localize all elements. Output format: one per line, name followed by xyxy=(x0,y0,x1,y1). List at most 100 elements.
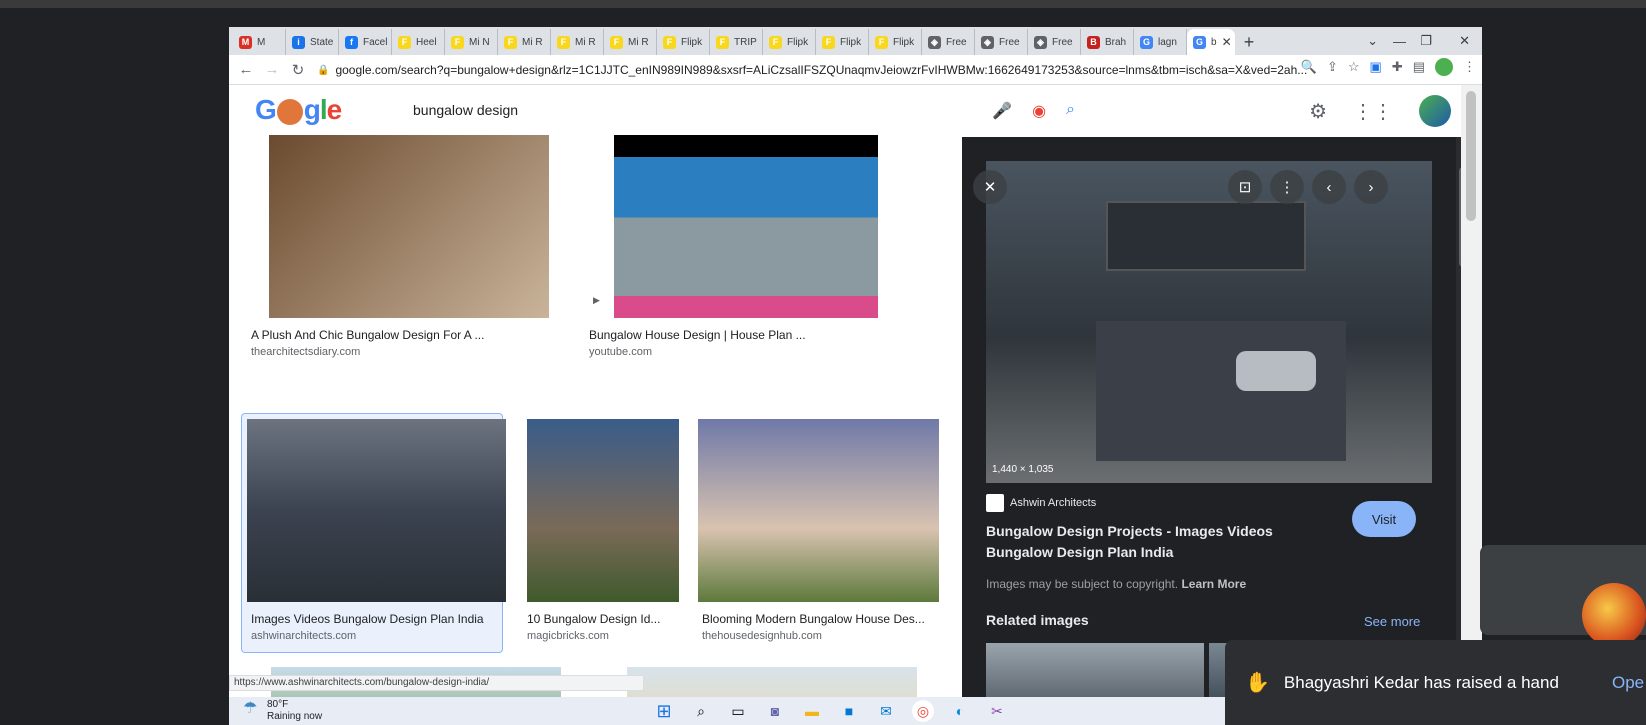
preview-title[interactable]: Bungalow Design Projects - Images Videos… xyxy=(986,521,1316,563)
header-actions: ⚙ ⋮⋮ xyxy=(1309,95,1451,127)
search-box[interactable]: bungalow design 🎤 ◉ ⌕ xyxy=(393,91,1093,129)
lock-icon: 🔒 xyxy=(317,64,330,76)
learn-more-link[interactable]: Learn More xyxy=(1181,577,1246,591)
account-avatar[interactable] xyxy=(1419,95,1451,127)
more-options-icon[interactable]: ⋮ xyxy=(1270,170,1304,204)
browser-tab[interactable]: B Brah xyxy=(1081,29,1134,55)
result-thumbnail[interactable] xyxy=(247,419,506,602)
bookmark-star-icon[interactable]: ☆ xyxy=(1348,59,1360,75)
image-dimensions: 1,440 × 1,035 xyxy=(992,464,1054,475)
active-browser-tab[interactable]: Gb ✕ xyxy=(1187,29,1235,55)
windows-start-icon[interactable]: ⊞ xyxy=(653,700,675,722)
close-window-icon[interactable]: ✕ xyxy=(1459,27,1470,55)
file-explorer-icon[interactable]: ▬ xyxy=(801,700,823,722)
tab-search-icon[interactable]: ⌄ xyxy=(1367,27,1378,55)
tab-favicon-icon: f xyxy=(345,35,358,49)
preview-image[interactable]: 1,440 × 1,035 xyxy=(986,161,1432,483)
browser-tab[interactable]: F Flipk xyxy=(816,29,869,55)
result-card[interactable]: 10 Bungalow Design Id... magicbricks.com xyxy=(527,419,679,649)
browser-tab[interactable]: F Mi R xyxy=(551,29,604,55)
profile-icon[interactable] xyxy=(1435,58,1453,76)
task-view-icon[interactable]: ▭ xyxy=(727,700,749,722)
taskbar-search-icon[interactable]: ⌕ xyxy=(690,700,712,722)
result-title[interactable]: Images Videos Bungalow Design Plan India xyxy=(251,612,501,626)
extensions-puzzle-icon[interactable]: ✚ xyxy=(1392,59,1403,75)
tab-label: State xyxy=(310,36,334,48)
browser-tab[interactable]: F TRIP xyxy=(710,29,763,55)
tab-favicon-icon: F xyxy=(716,35,729,49)
source-site[interactable]: Ashwin Architects xyxy=(986,494,1096,512)
side-panel-icon[interactable]: ▤ xyxy=(1413,59,1425,75)
browser-tab[interactable]: F Mi N xyxy=(445,29,498,55)
visit-button[interactable]: Visit xyxy=(1352,501,1416,537)
open-button[interactable]: Ope xyxy=(1612,673,1644,693)
next-icon[interactable]: › xyxy=(1354,170,1388,204)
browser-tab[interactable]: F Mi R xyxy=(498,29,551,55)
result-title[interactable]: Blooming Modern Bungalow House Des... xyxy=(702,612,932,626)
tab-favicon-icon: F xyxy=(557,35,570,49)
address-bar[interactable]: 🔒 google.com/search?q=bungalow+design&rl… xyxy=(317,58,1317,82)
browser-tab[interactable]: ◈ Free xyxy=(922,29,975,55)
teams-chat-icon[interactable]: ◙ xyxy=(764,700,786,722)
google-logo[interactable]: Ggle xyxy=(255,94,342,126)
browser-tab[interactable]: F Flipk xyxy=(763,29,816,55)
tab-favicon-icon: ◈ xyxy=(981,35,994,49)
result-card[interactable]: Images Videos Bungalow Design Plan India… xyxy=(247,419,506,649)
settings-gear-icon[interactable]: ⚙ xyxy=(1309,99,1327,124)
see-more-link[interactable]: See more xyxy=(1364,614,1420,629)
back-icon[interactable]: ← xyxy=(233,57,259,83)
camera-search-icon[interactable]: ◉ xyxy=(1032,101,1046,121)
result-card[interactable]: Blooming Modern Bungalow House Des... th… xyxy=(698,419,943,649)
result-thumbnail[interactable] xyxy=(614,135,878,318)
mail-icon[interactable]: ✉ xyxy=(875,700,897,722)
browser-tab[interactable]: Glagn xyxy=(1134,29,1187,55)
result-title[interactable]: 10 Bungalow Design Id... xyxy=(527,612,677,626)
browser-tab[interactable]: F Flipk xyxy=(869,29,922,55)
tab-label: Free xyxy=(946,36,967,48)
result-thumbnail[interactable] xyxy=(527,419,679,602)
close-preview-icon[interactable]: ✕ xyxy=(973,170,1007,204)
result-thumbnail[interactable] xyxy=(269,135,549,318)
result-title[interactable]: A Plush And Chic Bungalow Design For A .… xyxy=(251,328,551,342)
snipping-tool-icon[interactable]: ✂ xyxy=(986,700,1008,722)
weather-widget[interactable]: ☂ 80°F Raining now xyxy=(243,699,322,723)
browser-tab[interactable]: F Heel xyxy=(392,29,445,55)
related-image-thumbnail[interactable] xyxy=(986,643,1204,703)
result-title[interactable]: Bungalow House Design | House Plan ... xyxy=(589,328,889,342)
edge-icon[interactable]: ◐ xyxy=(949,700,971,722)
extension-icon[interactable]: ▣ xyxy=(1370,59,1382,75)
browser-tab[interactable]: f Facel xyxy=(339,29,392,55)
result-thumbnail[interactable] xyxy=(698,419,939,602)
browser-tab[interactable]: ◈ Free xyxy=(1028,29,1081,55)
browser-tab[interactable]: F Mi R xyxy=(604,29,657,55)
store-icon[interactable]: ■ xyxy=(838,700,860,722)
site-name: Ashwin Architects xyxy=(1010,497,1097,509)
browser-tab[interactable]: ◈ Free xyxy=(975,29,1028,55)
result-card[interactable]: A Plush And Chic Bungalow Design For A .… xyxy=(247,135,567,358)
new-tab-icon[interactable]: + xyxy=(1235,29,1263,55)
related-images-heading: Related images xyxy=(986,612,1089,628)
restore-icon[interactable]: ❐ xyxy=(1420,27,1432,55)
url-text: google.com/search?q=bungalow+design&rlz=… xyxy=(335,63,1308,77)
browser-tab[interactable]: MM xyxy=(233,29,286,55)
mic-icon[interactable]: 🎤 xyxy=(992,101,1012,121)
close-tab-icon[interactable]: ✕ xyxy=(1222,35,1232,49)
zoom-icon[interactable]: 🔍 xyxy=(1301,59,1317,75)
minimize-icon[interactable]: — xyxy=(1393,27,1406,55)
search-icon[interactable]: ⌕ xyxy=(1066,101,1075,121)
page-scrollbar[interactable] xyxy=(1461,85,1482,725)
chrome-icon[interactable]: ◎ xyxy=(912,700,934,722)
browser-tab[interactable]: i State xyxy=(286,29,339,55)
share-icon[interactable]: ⇪ xyxy=(1327,59,1338,75)
tab-label: Free xyxy=(999,36,1020,48)
reload-icon[interactable]: ↻ xyxy=(285,57,311,83)
forward-icon[interactable]: → xyxy=(259,57,285,83)
browser-toolbar: ← → ↻ 🔒 google.com/search?q=bungalow+des… xyxy=(229,55,1482,85)
apps-grid-icon[interactable]: ⋮⋮ xyxy=(1353,99,1393,124)
lens-search-icon[interactable]: ⊡ xyxy=(1228,170,1262,204)
previous-icon[interactable]: ‹ xyxy=(1312,170,1346,204)
menu-kebab-icon[interactable]: ⋮ xyxy=(1463,59,1476,75)
tab-favicon-icon: M xyxy=(239,35,252,49)
browser-tab[interactable]: F Flipk xyxy=(657,29,710,55)
result-card[interactable]: ▶ Bungalow House Design | House Plan ...… xyxy=(589,135,929,358)
